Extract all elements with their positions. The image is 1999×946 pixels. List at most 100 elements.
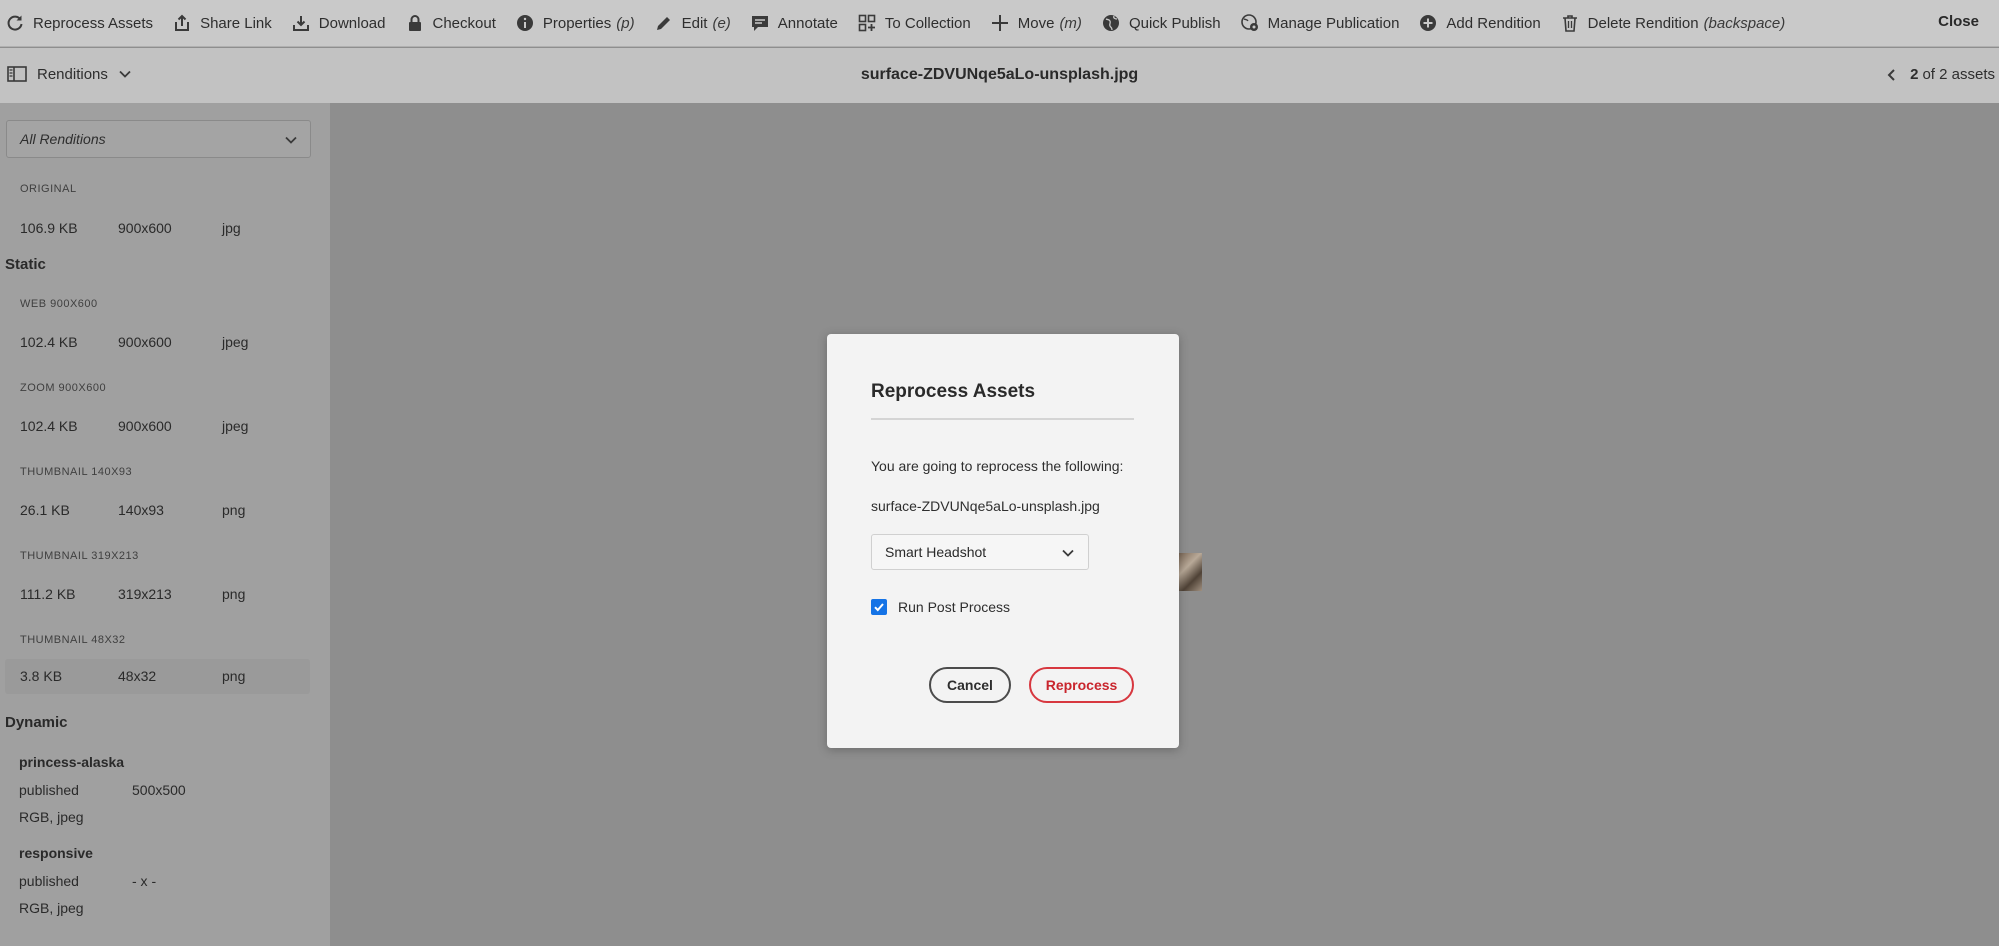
rendition-dims: 900x600 — [118, 334, 172, 350]
rendition-size: 111.2 KB — [20, 586, 76, 602]
globe-gear-icon — [1240, 14, 1258, 31]
rendition-label: ZOOM 900X600 — [20, 382, 107, 394]
rendition-label: ORIGINAL — [20, 183, 77, 195]
properties-button[interactable]: Properties (p) — [510, 0, 649, 47]
chevron-left-icon[interactable] — [1886, 68, 1898, 82]
run-post-process-option: Run Post Process — [871, 599, 1010, 615]
rendition-type: png — [222, 502, 246, 518]
properties-label: Properties — [542, 14, 612, 32]
share-icon — [175, 14, 190, 31]
processing-profile-value: Smart Headshot — [885, 544, 987, 560]
trash-icon — [1562, 15, 1577, 32]
rendition-row[interactable]: 26.1 KB 140x93 png — [5, 493, 310, 528]
asset-pager: 2 of 2 assets — [1886, 66, 1995, 83]
reprocess-assets-dialog: Reprocess Assets You are going to reproc… — [827, 334, 1179, 748]
edit-label: Edit — [681, 14, 708, 32]
renditions-panel: All Renditions ORIGINAL 106.9 KB 900x600… — [0, 103, 330, 946]
rendition-dims: 140x93 — [118, 502, 164, 518]
dynamic-rendition-status: published — [19, 782, 79, 798]
rendition-size: 102.4 KB — [20, 418, 78, 434]
rendition-dims: 319x213 — [118, 586, 172, 602]
share-link-button[interactable]: Share Link — [167, 0, 286, 47]
asset-preview-image — [1175, 553, 1202, 591]
edit-shortcut: (e) — [712, 14, 731, 32]
checkmark-icon — [874, 603, 884, 612]
add-circle-icon — [1420, 15, 1437, 31]
move-label: Move — [1017, 14, 1055, 32]
reprocess-assets-label: Reprocess Assets — [33, 14, 154, 32]
dynamic-rendition-format: RGB, jpeg — [19, 900, 84, 916]
download-icon — [292, 16, 309, 31]
move-shortcut: (m) — [1059, 14, 1082, 32]
lock-icon — [408, 15, 421, 31]
info-icon — [516, 15, 533, 31]
run-post-process-label: Run Post Process — [898, 599, 1011, 615]
rendition-dims: 900x600 — [118, 220, 172, 236]
dynamic-group-title: Dynamic — [5, 714, 68, 731]
dialog-message: You are going to reprocess the following… — [871, 458, 1124, 474]
rendition-row[interactable]: 111.2 KB 319x213 png — [5, 577, 310, 612]
globe-icon — [1102, 15, 1119, 31]
manage-publication-label: Manage Publication — [1267, 14, 1400, 32]
rendition-size: 106.9 KB — [20, 220, 78, 236]
rendition-type: jpg — [222, 220, 241, 236]
to-collection-button[interactable]: To Collection — [852, 0, 985, 47]
dialog-divider — [871, 418, 1134, 420]
dynamic-rendition-dims: 500x500 — [132, 782, 186, 798]
action-toolbar: Reprocess Assets Share Link Download Che… — [0, 0, 1999, 47]
quick-publish-button[interactable]: Quick Publish — [1096, 0, 1235, 47]
checkout-label: Checkout — [432, 14, 496, 32]
comment-icon — [751, 16, 768, 31]
delete-rendition-label: Delete Rendition — [1587, 14, 1699, 32]
rendition-dims: 48x32 — [118, 668, 157, 684]
dynamic-rendition-status: published — [19, 873, 79, 889]
refresh-icon — [7, 15, 23, 31]
processing-profile-select[interactable]: Smart Headshot — [871, 534, 1089, 570]
rendition-label: THUMBNAIL 319X213 — [20, 550, 139, 562]
to-collection-label: To Collection — [884, 14, 971, 32]
manage-publication-button[interactable]: Manage Publication — [1235, 0, 1414, 47]
rendition-row[interactable]: 102.4 KB 900x600 jpeg — [5, 325, 310, 360]
rendition-row-selected[interactable]: 3.8 KB 48x32 png — [5, 659, 310, 694]
reprocess-button[interactable]: Reprocess — [1029, 667, 1134, 703]
rendition-size: 3.8 KB — [20, 668, 63, 684]
properties-shortcut: (p) — [616, 14, 635, 32]
dynamic-rendition-dims: - x - — [132, 873, 157, 889]
delete-rendition-button[interactable]: Delete Rendition (backspace) — [1555, 0, 1800, 47]
move-button[interactable]: Move (m) — [985, 0, 1096, 47]
dialog-title: Reprocess Assets — [871, 381, 1036, 402]
chevron-down-icon — [1062, 549, 1074, 557]
dynamic-rendition-name[interactable]: responsive — [19, 845, 93, 861]
reprocess-assets-button[interactable]: Reprocess Assets — [0, 0, 167, 47]
rendition-size: 102.4 KB — [20, 334, 78, 350]
rendition-row[interactable]: 102.4 KB 900x600 jpeg — [5, 409, 310, 444]
edit-button[interactable]: Edit (e) — [649, 0, 745, 47]
download-label: Download — [318, 14, 386, 32]
renditions-filter-select[interactable]: All Renditions — [6, 120, 311, 158]
rendition-size: 26.1 KB — [20, 502, 70, 518]
cancel-button[interactable]: Cancel — [929, 667, 1011, 703]
delete-rendition-shortcut: (backspace) — [1703, 14, 1786, 32]
share-link-label: Share Link — [200, 14, 272, 32]
rendition-label: WEB 900X600 — [20, 298, 98, 310]
add-rendition-button[interactable]: Add Rendition — [1413, 0, 1554, 47]
pencil-icon — [656, 17, 670, 30]
static-group-title: Static — [5, 256, 46, 273]
pager-total: of 2 assets — [1922, 66, 1995, 83]
rendition-type: png — [222, 586, 246, 602]
rendition-label: THUMBNAIL 48X32 — [20, 634, 126, 646]
quick-publish-label: Quick Publish — [1128, 14, 1221, 32]
run-post-process-checkbox[interactable] — [871, 599, 887, 615]
annotate-button[interactable]: Annotate — [745, 0, 852, 47]
rendition-row[interactable]: 106.9 KB 900x600 jpg — [5, 211, 310, 246]
download-button[interactable]: Download — [286, 0, 400, 47]
rendition-type: jpeg — [222, 334, 249, 350]
dialog-filename: surface-ZDVUNqe5aLo-unsplash.jpg — [871, 498, 1100, 514]
renditions-filter-value: All Renditions — [20, 131, 106, 147]
close-button[interactable]: Close — [1938, 0, 1979, 42]
pager-current: 2 — [1910, 66, 1919, 83]
annotate-label: Annotate — [777, 14, 838, 32]
checkout-button[interactable]: Checkout — [400, 0, 510, 47]
rendition-dims: 900x600 — [118, 418, 172, 434]
dynamic-rendition-name[interactable]: princess-alaska — [19, 754, 124, 770]
